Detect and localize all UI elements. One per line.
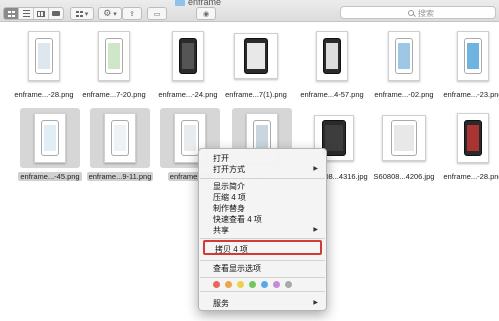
tag-yellow-dot[interactable]	[237, 281, 244, 288]
menu-item-show-info[interactable]: 显示简介	[199, 181, 326, 192]
file-item[interactable]: enframe...-23.png	[437, 26, 499, 116]
file-name: enframe...-23.png	[443, 90, 499, 99]
file-thumbnail	[388, 31, 420, 81]
tag-green-dot[interactable]	[249, 281, 256, 288]
file-thumbnail	[382, 115, 426, 161]
tag-gray-dot[interactable]	[285, 281, 292, 288]
menu-item-compress[interactable]: 压缩 4 项	[199, 192, 326, 203]
menu-separator	[200, 260, 325, 261]
file-thumbnail	[98, 31, 130, 81]
arrange-button[interactable]: ▾	[70, 7, 94, 20]
file-thumbnail	[34, 113, 66, 163]
file-name: enframe...7-20.png	[82, 90, 146, 99]
action-button[interactable]: ⚙ ▾	[98, 7, 122, 20]
submenu-arrow-icon: ▶	[313, 166, 318, 172]
file-name: S60808...4206.jpg	[373, 172, 435, 181]
file-thumbnail	[316, 31, 348, 81]
file-name: enframe...-28.png	[14, 90, 74, 99]
menu-separator	[200, 277, 325, 278]
folder-icon	[175, 0, 185, 7]
tag-purple-dot[interactable]	[273, 281, 280, 288]
file-name: 08...4316.jpg	[324, 172, 368, 181]
tag-icon: ▭	[153, 10, 161, 18]
file-name: enframe...-24.png	[158, 90, 218, 99]
menu-separator	[200, 291, 325, 292]
file-item[interactable]: enframe...-28.png	[8, 26, 80, 116]
file-name: enframe...-02.png	[374, 90, 434, 99]
menu-item-share[interactable]: 共享 ▶	[199, 225, 326, 236]
menu-item-open[interactable]: 打开	[199, 153, 326, 164]
file-item[interactable]: enframe...-02.png	[368, 26, 440, 116]
menu-item-view-options[interactable]: 查看显示选项	[199, 263, 326, 274]
tag-red-dot[interactable]	[213, 281, 220, 288]
file-thumbnail	[28, 31, 60, 81]
chevron-down-icon: ▾	[84, 10, 89, 18]
share-button[interactable]: ⇪	[122, 7, 142, 20]
file-name: enframe...7(1).png	[225, 90, 287, 99]
eye-icon: ◉	[202, 10, 210, 18]
file-item[interactable]: enframe...-45.png	[14, 108, 86, 198]
coverflow-view-button[interactable]	[49, 8, 63, 19]
file-item[interactable]: enframe...-28.png	[437, 108, 499, 198]
submenu-arrow-icon: ▶	[313, 300, 318, 306]
file-item[interactable]: enframe...-24.png	[152, 26, 224, 116]
menu-item-services[interactable]: 服务 ▶	[199, 298, 326, 309]
menu-item-quick-look[interactable]: 快速查看 4 项	[199, 214, 326, 225]
chevron-down-icon: ▾	[113, 10, 117, 18]
file-thumbnail	[172, 31, 204, 81]
coverflow-icon	[52, 11, 60, 16]
quick-look-button[interactable]: ◉	[196, 7, 216, 20]
submenu-arrow-icon: ▶	[313, 227, 318, 233]
file-item[interactable]: enframe...4-57.png	[296, 26, 368, 116]
file-thumbnail	[234, 33, 278, 79]
view-mode-group	[3, 7, 64, 20]
file-item[interactable]: S60808...4206.jpg	[368, 108, 440, 198]
menu-separator	[200, 238, 325, 239]
columns-icon	[37, 10, 45, 17]
tags-button[interactable]: ▭	[147, 7, 167, 20]
tag-blue-dot[interactable]	[261, 281, 268, 288]
search-icon	[408, 10, 414, 16]
file-item[interactable]: enframe...7-20.png	[78, 26, 150, 116]
gear-icon: ⚙	[103, 8, 112, 18]
arrange-icon	[75, 10, 83, 17]
menu-item-make-alias[interactable]: 制作替身	[199, 203, 326, 214]
column-view-button[interactable]	[34, 8, 49, 19]
menu-item-copy[interactable]: 拷贝 4 项	[203, 240, 322, 255]
grid-icon	[7, 10, 15, 17]
file-thumbnail	[457, 113, 489, 163]
file-name: enframe...4-57.png	[300, 90, 364, 99]
file-item[interactable]: enframe...9-11.png	[84, 108, 156, 198]
share-icon: ⇪	[129, 10, 135, 18]
file-thumbnail	[457, 31, 489, 81]
icon-view-button[interactable]	[4, 8, 19, 19]
finder-toolbar: enframe ▾ ⚙ ▾ ⇪ ▭ ◉ 搜索	[0, 0, 499, 22]
file-thumbnail	[104, 113, 136, 163]
tag-color-row	[213, 281, 292, 288]
search-field[interactable]: 搜索	[340, 6, 496, 19]
menu-item-open-with[interactable]: 打开方式 ▶	[199, 164, 326, 175]
file-name: enframe...-28.png	[443, 172, 499, 181]
file-item[interactable]: enframe...7(1).png	[220, 26, 292, 116]
list-view-button[interactable]	[19, 8, 34, 19]
file-name: enframe...9-11.png	[86, 172, 154, 181]
window-title: enframe	[175, 0, 221, 7]
tag-orange-dot[interactable]	[225, 281, 232, 288]
menu-separator	[200, 178, 325, 179]
file-name: enframe...-45.png	[18, 172, 82, 181]
list-icon	[22, 10, 30, 17]
